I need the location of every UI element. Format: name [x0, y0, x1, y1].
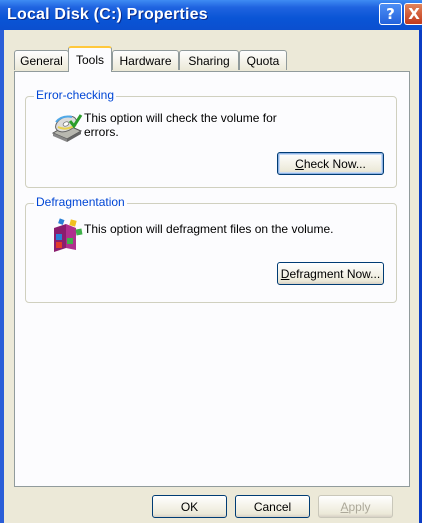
apply-mnemonic: A	[340, 499, 349, 514]
window-title: Local Disk (C:) Properties	[7, 6, 208, 23]
check-now-label: heck Now...	[303, 156, 366, 171]
error-checking-description: This option will check the volume for er…	[84, 111, 277, 139]
defragment-now-button[interactable]: Defragment Now...	[277, 262, 384, 285]
tab-quota[interactable]: Quota	[239, 50, 287, 70]
defragment-now-label: efragment Now...	[289, 266, 381, 281]
apply-button[interactable]: Apply	[318, 495, 393, 518]
defragment-now-mnemonic: D	[280, 266, 290, 281]
apply-label: pply	[348, 499, 371, 514]
ok-button[interactable]: OK	[152, 495, 227, 518]
tab-hardware[interactable]: Hardware	[112, 50, 179, 70]
tab-tools[interactable]: Tools	[68, 46, 112, 72]
error-checking-group: Error-checking This option will check th…	[25, 88, 397, 188]
tools-tab-panel: Error-checking This option will check th…	[14, 71, 410, 487]
dialog-client-area: General Tools Hardware Sharing Quota Err…	[4, 30, 419, 523]
defragmentation-title: Defragmentation	[34, 195, 127, 209]
disk-check-icon	[51, 114, 83, 142]
defragmentation-group: Defragmentation This option will defragm…	[25, 195, 397, 303]
title-bar[interactable]: Local Disk (C:) Properties ? X	[0, 0, 422, 30]
defragmentation-description: This option will defragment files on the…	[84, 222, 334, 236]
properties-window: Local Disk (C:) Properties ? X General T…	[0, 0, 422, 523]
check-now-mnemonic: C	[295, 156, 304, 171]
error-checking-title: Error-checking	[34, 88, 117, 102]
close-button[interactable]: X	[404, 3, 422, 25]
tab-general[interactable]: General	[14, 50, 69, 70]
help-button[interactable]: ?	[379, 3, 402, 25]
cancel-button[interactable]: Cancel	[235, 495, 310, 518]
defragment-icon	[54, 218, 83, 252]
check-now-button[interactable]: Check Now...	[277, 152, 384, 175]
tab-sharing[interactable]: Sharing	[179, 50, 239, 70]
